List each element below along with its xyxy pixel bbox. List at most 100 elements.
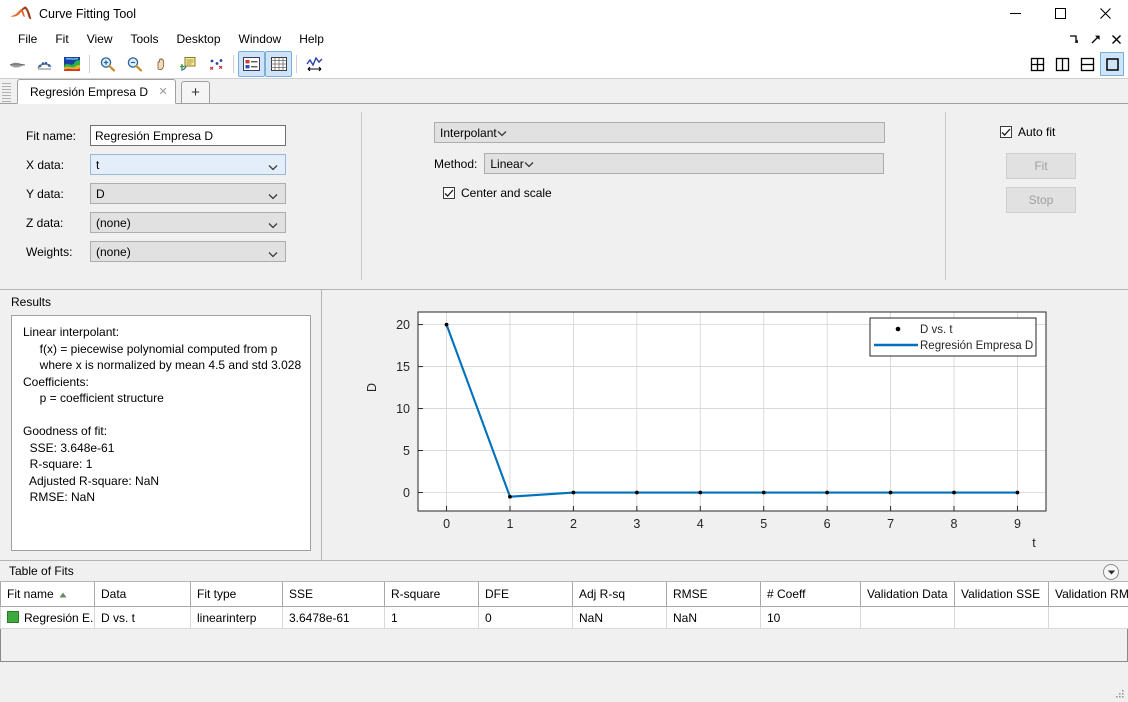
z-data-label: Z data:: [26, 215, 64, 230]
dock-arrow-icon[interactable]: [1068, 33, 1080, 45]
cell-data: D vs. t: [94, 606, 191, 629]
layout-rows-icon[interactable]: [1075, 52, 1099, 76]
y-data-label: Y data:: [26, 186, 64, 201]
results-line: Linear interpolant:: [23, 325, 120, 339]
weights-select[interactable]: (none): [90, 241, 286, 262]
fit-color-swatch: [7, 611, 19, 623]
sort-ascending-icon: [59, 587, 67, 601]
data-cursor-icon[interactable]: [175, 51, 202, 77]
table-row[interactable]: Regresión E... D vs. t linearinterp 3.64…: [0, 606, 1128, 629]
close-button[interactable]: [1083, 0, 1128, 27]
auto-fit-label: Auto fit: [1018, 125, 1056, 139]
cell-fit-type: linearinterp: [190, 606, 283, 629]
column-header-fit-type[interactable]: Fit type: [190, 582, 283, 607]
method-select[interactable]: Linear: [484, 153, 885, 174]
menubar-window-actions: [1068, 28, 1122, 50]
maximize-button[interactable]: [1038, 0, 1083, 27]
chevron-down-icon: [268, 160, 278, 174]
menu-file[interactable]: File: [9, 30, 46, 48]
resize-grip-icon[interactable]: [1113, 687, 1125, 699]
results-line: SSE: 3.648e-61: [23, 440, 115, 455]
column-header-validation-rmse[interactable]: Validation RM...: [1048, 582, 1128, 607]
fit-name-input[interactable]: [90, 125, 286, 146]
fit-name-label: Fit name:: [26, 128, 77, 143]
column-header-validation-data[interactable]: Validation Data: [860, 582, 955, 607]
svg-text:5: 5: [403, 444, 410, 458]
column-header-r-square[interactable]: R-square: [384, 582, 479, 607]
results-text-area[interactable]: Linear interpolant: f(x) = piecewise pol…: [11, 315, 311, 551]
svg-text:3: 3: [633, 517, 640, 531]
svg-text:Regresión Empresa D: Regresión Empresa D: [920, 340, 1033, 352]
cell-num-coeff: 10: [760, 606, 861, 629]
stop-button[interactable]: Stop: [1006, 187, 1076, 213]
center-and-scale-checkbox[interactable]: [443, 187, 455, 199]
fit-type-select[interactable]: Interpolant: [434, 122, 885, 143]
layout-grid-icon[interactable]: [1025, 52, 1049, 76]
results-line: Coefficients:: [23, 374, 89, 389]
column-header-rmse[interactable]: RMSE: [666, 582, 761, 607]
tab-close-icon[interactable]: ✕: [157, 85, 169, 98]
auto-fit-row[interactable]: Auto fit: [1000, 125, 1076, 139]
menu-fit[interactable]: Fit: [46, 30, 77, 48]
y-data-select[interactable]: D: [90, 183, 286, 204]
status-bar: [0, 662, 1128, 702]
column-header-dfe[interactable]: DFE: [478, 582, 573, 607]
add-fit-tab-button[interactable]: +: [181, 81, 211, 104]
svg-text:D: D: [365, 383, 379, 392]
menu-window[interactable]: Window: [230, 30, 291, 48]
column-header-validation-sse[interactable]: Validation SSE: [954, 582, 1049, 607]
center-and-scale-label: Center and scale: [461, 186, 552, 200]
undock-arrow-icon[interactable]: [1089, 33, 1101, 45]
grid-icon[interactable]: [265, 51, 292, 77]
table-of-fits[interactable]: Fit name Data Fit type SSE R-square DFE …: [0, 582, 1128, 629]
column-header-adj-r-sq[interactable]: Adj R-sq: [572, 582, 667, 607]
column-header-data[interactable]: Data: [94, 582, 191, 607]
results-line: f(x) = piecewise polynomial computed fro…: [23, 341, 278, 356]
menu-view[interactable]: View: [78, 30, 122, 48]
table-of-fits-header: Table of Fits: [0, 561, 1128, 582]
column-label: Fit name: [7, 587, 54, 601]
menu-help[interactable]: Help: [290, 30, 333, 48]
x-data-row: X data: t: [26, 154, 286, 175]
x-data-select[interactable]: t: [90, 154, 286, 175]
column-header-sse[interactable]: SSE: [282, 582, 385, 607]
close-panel-icon[interactable]: [1110, 33, 1122, 45]
layout-columns-icon[interactable]: [1050, 52, 1074, 76]
exclude-outliers-icon[interactable]: [202, 51, 229, 77]
fit-button[interactable]: Fit: [1006, 153, 1076, 179]
minimize-button[interactable]: [993, 0, 1038, 27]
tab-regresion-empresa-d[interactable]: Regresión Empresa D ✕: [17, 79, 177, 104]
surface-plot-icon[interactable]: [58, 51, 85, 77]
legend-icon[interactable]: [238, 51, 265, 77]
zoom-in-icon[interactable]: [94, 51, 121, 77]
method-label: Method:: [434, 156, 478, 171]
z-data-row: Z data: (none): [26, 212, 286, 233]
auto-fit-checkbox[interactable]: [1000, 126, 1012, 138]
settings-divider-right: [945, 112, 946, 280]
layout-single-icon[interactable]: [1100, 52, 1124, 76]
column-header-fit-name[interactable]: Fit name: [0, 582, 95, 607]
fit-surface-icon[interactable]: [31, 51, 58, 77]
axes-limits-icon[interactable]: [301, 51, 328, 77]
menu-tools[interactable]: Tools: [121, 30, 167, 48]
zoom-out-icon[interactable]: [121, 51, 148, 77]
collapse-panel-button[interactable]: [1103, 564, 1119, 580]
title-bar: Curve Fitting Tool: [0, 0, 1128, 28]
tab-drag-handle[interactable]: [2, 83, 11, 103]
settings-divider-left: [361, 112, 362, 280]
y-data-value: D: [96, 186, 105, 201]
chevron-down-icon: [268, 218, 278, 232]
column-header-num-coeff[interactable]: # Coeff: [760, 582, 861, 607]
window-title: Curve Fitting Tool: [39, 6, 137, 21]
fit-type-column: Interpolant Method: Linear Center and sc…: [434, 122, 885, 200]
plot-pane[interactable]: 0 1 2 3 4 5 6 7 8 9 0 5 10 15 20 t D D vs. t Regresión Emp…: [322, 290, 1128, 560]
fit-curve-icon[interactable]: [4, 51, 31, 77]
center-and-scale-row[interactable]: Center and scale: [443, 186, 885, 200]
z-data-select[interactable]: (none): [90, 212, 286, 233]
svg-text:10: 10: [396, 402, 410, 416]
pan-icon[interactable]: [148, 51, 175, 77]
menu-desktop[interactable]: Desktop: [168, 30, 230, 48]
fit-type-value: Interpolant: [440, 125, 497, 140]
window-controls: [993, 0, 1128, 27]
fit-plot[interactable]: 0 1 2 3 4 5 6 7 8 9 0 5 10 15 20 t D D vs. t Regresión Emp…: [322, 290, 1127, 560]
